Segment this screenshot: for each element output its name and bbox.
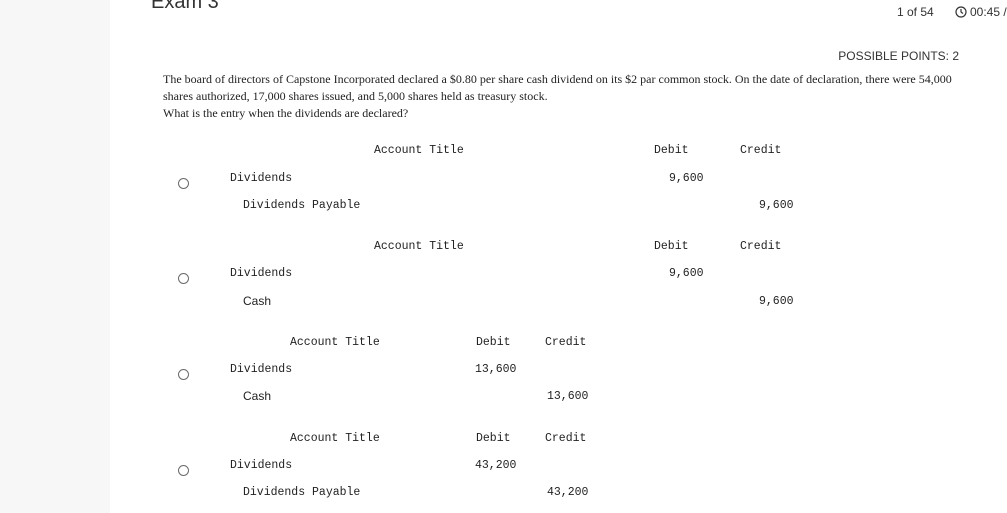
header-credit: Credit bbox=[545, 336, 587, 349]
debit-amount: 9,600 bbox=[669, 267, 704, 280]
answer-radio-2[interactable] bbox=[178, 273, 189, 284]
timer-text: 00:45 / bbox=[970, 5, 1007, 19]
timer: 00:45 / bbox=[955, 5, 1007, 19]
header-debit: Debit bbox=[476, 336, 511, 349]
credit-account: Dividends Payable bbox=[243, 199, 361, 212]
credit-amount: 9,600 bbox=[759, 199, 794, 212]
credit-amount: 43,200 bbox=[547, 486, 589, 499]
debit-account: Dividends bbox=[230, 459, 293, 472]
header-credit: Credit bbox=[740, 240, 782, 253]
question-stem: The board of directors of Capstone Incor… bbox=[163, 72, 952, 103]
credit-account: Cash bbox=[243, 294, 272, 308]
question-counter: 1 of 54 bbox=[897, 5, 934, 19]
debit-amount: 13,600 bbox=[475, 363, 517, 376]
left-sidebar bbox=[0, 0, 110, 513]
answer-radio-1[interactable] bbox=[178, 178, 189, 189]
header-credit: Credit bbox=[740, 144, 782, 157]
question-prompt: What is the entry when the dividends are… bbox=[163, 106, 409, 120]
question-text: The board of directors of Capstone Incor… bbox=[163, 71, 953, 122]
header-debit: Debit bbox=[476, 432, 511, 445]
debit-amount: 9,600 bbox=[669, 172, 704, 185]
header-account-title: Account Title bbox=[290, 432, 380, 445]
header-debit: Debit bbox=[654, 144, 689, 157]
header-account-title: Account Title bbox=[290, 336, 380, 349]
credit-amount: 13,600 bbox=[547, 390, 589, 403]
credit-account: Dividends Payable bbox=[243, 486, 361, 499]
possible-points: POSSIBLE POINTS: 2 bbox=[838, 49, 959, 63]
answer-radio-4[interactable] bbox=[178, 465, 189, 476]
header-credit: Credit bbox=[545, 432, 587, 445]
debit-account: Dividends bbox=[230, 172, 293, 185]
credit-amount: 9,600 bbox=[759, 295, 794, 308]
answer-radio-3[interactable] bbox=[178, 369, 189, 380]
debit-account: Dividends bbox=[230, 267, 293, 280]
exam-title: Exam 3 bbox=[151, 0, 219, 13]
clock-icon bbox=[955, 6, 967, 18]
credit-account: Cash bbox=[243, 389, 272, 403]
header-account-title: Account Title bbox=[374, 144, 464, 157]
header-debit: Debit bbox=[654, 240, 689, 253]
debit-amount: 43,200 bbox=[475, 459, 517, 472]
header-account-title: Account Title bbox=[374, 240, 464, 253]
debit-account: Dividends bbox=[230, 363, 293, 376]
